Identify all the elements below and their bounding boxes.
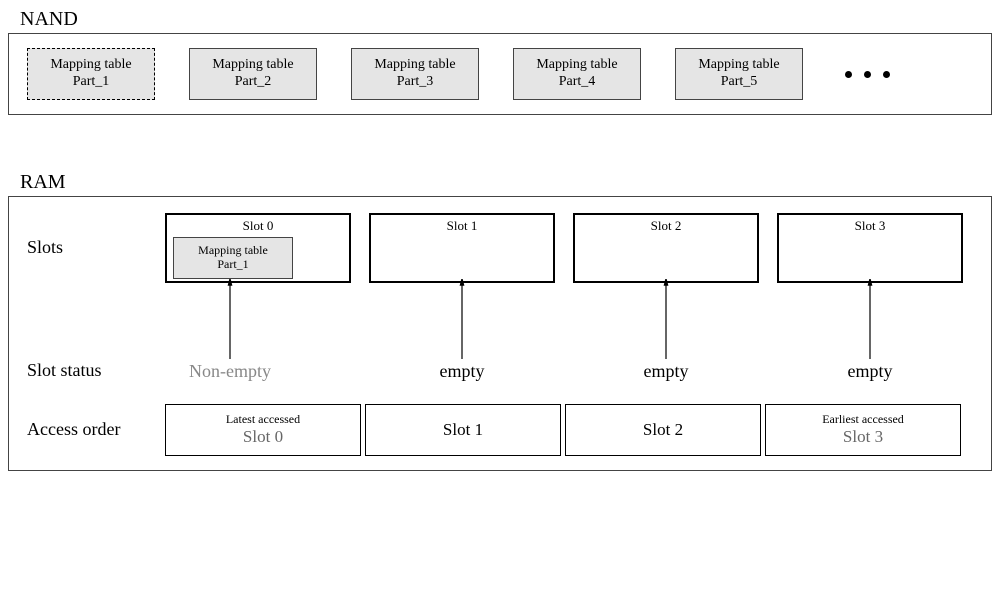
nand-part-line1: Mapping table <box>536 57 617 74</box>
slot-title: Slot 3 <box>855 218 886 234</box>
nand-part-3: Mapping table Part_3 <box>351 48 479 100</box>
nand-part-2: Mapping table Part_2 <box>189 48 317 100</box>
nand-part-line1: Mapping table <box>50 57 131 74</box>
nand-part-line2: Part_5 <box>721 74 758 91</box>
nand-container: Mapping table Part_1 Mapping table Part_… <box>8 33 992 115</box>
nand-part-4: Mapping table Part_4 <box>513 48 641 100</box>
order-main: Slot 1 <box>443 420 483 440</box>
nand-part-line1: Mapping table <box>698 57 779 74</box>
slot-1: Slot 1 <box>369 213 555 283</box>
slot-title: Slot 1 <box>447 218 478 234</box>
nand-part-line2: Part_2 <box>235 74 272 91</box>
arrow-up-icon <box>850 279 890 361</box>
mapping-line1: Mapping table <box>198 244 268 258</box>
nand-part-line2: Part_1 <box>73 74 110 91</box>
ram-container: Slots Slot 0 Mapping table Part_1 Slot 1… <box>8 196 992 471</box>
ram-label: RAM <box>8 171 992 194</box>
order-main: Slot 0 <box>243 427 283 447</box>
slot-0-mapping: Mapping table Part_1 <box>173 237 293 279</box>
order-main: Slot 2 <box>643 420 683 440</box>
slot-title: Slot 2 <box>651 218 682 234</box>
order-main: Slot 3 <box>843 427 883 447</box>
slot-title: Slot 0 <box>243 218 274 234</box>
order-box-2: Slot 2 <box>565 404 761 456</box>
nand-part-line2: Part_3 <box>397 74 434 91</box>
slots-row: Slots Slot 0 Mapping table Part_1 Slot 1… <box>27 213 973 283</box>
nand-part-line1: Mapping table <box>212 57 293 74</box>
arrow-up-icon <box>210 279 250 361</box>
status-text: Non-empty <box>189 361 271 381</box>
nand-part-5: Mapping table Part_5 <box>675 48 803 100</box>
order-sub: Earliest accessed <box>822 413 904 427</box>
slot-0: Slot 0 Mapping table Part_1 <box>165 213 351 283</box>
order-box-3: Earliest accessed Slot 3 <box>765 404 961 456</box>
order-sub: Latest accessed <box>226 413 300 427</box>
nand-part-line2: Part_4 <box>559 74 596 91</box>
nand-part-line1: Mapping table <box>374 57 455 74</box>
ellipsis-icon <box>845 71 890 78</box>
arrow-up-icon <box>646 279 686 361</box>
status-cell-3: empty <box>777 361 963 382</box>
slot-3: Slot 3 <box>777 213 963 283</box>
nand-row: Mapping table Part_1 Mapping table Part_… <box>27 48 973 100</box>
slots-row-label: Slots <box>27 238 165 258</box>
status-cell-0: Non-empty <box>137 361 323 382</box>
order-row: Access order Latest accessed Slot 0 Slot… <box>27 404 973 456</box>
status-cell-2: empty <box>573 361 759 382</box>
mapping-line2: Part_1 <box>217 258 248 272</box>
status-row: Slot status Non-empty empty <box>27 361 973 382</box>
status-text: empty <box>644 361 689 381</box>
status-text: empty <box>440 361 485 381</box>
nand-label: NAND <box>8 8 992 31</box>
order-box-0: Latest accessed Slot 0 <box>165 404 361 456</box>
arrow-up-icon <box>442 279 482 361</box>
nand-part-1: Mapping table Part_1 <box>27 48 155 100</box>
order-box-1: Slot 1 <box>365 404 561 456</box>
status-cell-1: empty <box>369 361 555 382</box>
order-row-label: Access order <box>27 420 165 440</box>
slot-2: Slot 2 <box>573 213 759 283</box>
status-text: empty <box>848 361 893 381</box>
